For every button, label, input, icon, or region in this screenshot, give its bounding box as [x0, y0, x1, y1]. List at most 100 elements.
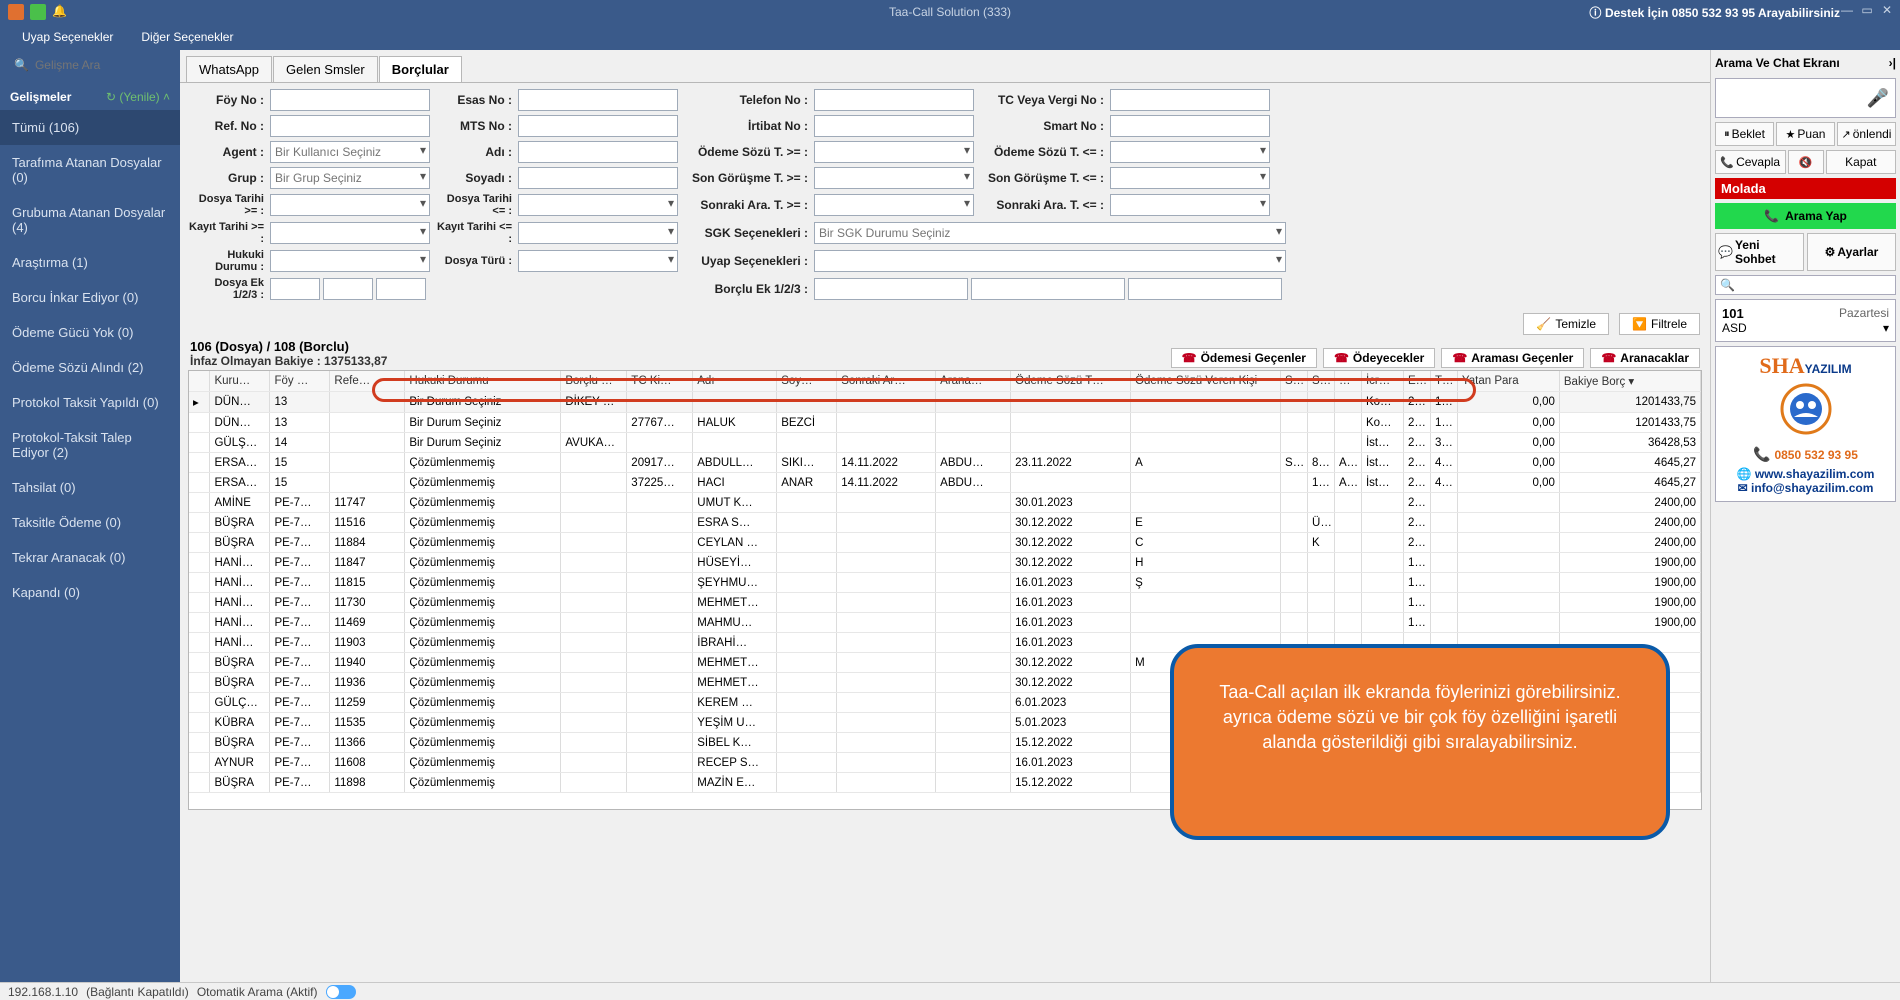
sonraki-ge-input[interactable]: [814, 194, 974, 216]
tc-input[interactable]: [1110, 89, 1270, 111]
column-header[interactable]: İcr…: [1361, 371, 1403, 392]
call-button[interactable]: 📞Arama Yap: [1715, 203, 1896, 229]
close-button[interactable]: ✕: [1878, 3, 1896, 21]
mic-icon[interactable]: 🎤: [1867, 88, 1889, 109]
adi-input[interactable]: [518, 141, 678, 163]
column-header[interactable]: Soy…: [777, 371, 837, 392]
songor-ge-input[interactable]: [814, 167, 974, 189]
column-header[interactable]: Arana…: [936, 371, 1011, 392]
sidebar-item[interactable]: Tahsilat (0): [0, 470, 180, 505]
odeme-ge-input[interactable]: [814, 141, 974, 163]
collapse-icon[interactable]: ›|: [1889, 56, 1896, 70]
sidebar-item[interactable]: Taksitle Ödeme (0): [0, 505, 180, 540]
sidebar-item[interactable]: Ödeme Gücü Yok (0): [0, 315, 180, 350]
column-header[interactable]: S…: [1308, 371, 1335, 392]
column-header[interactable]: T…: [1430, 371, 1457, 392]
column-header[interactable]: Ödeme Sözü T…: [1011, 371, 1131, 392]
column-header[interactable]: Kuru…: [210, 371, 270, 392]
table-row[interactable]: ERSA…15Çözümlenmemiş37225…HACIANAR14.11.…: [189, 473, 1701, 493]
sidebar-item[interactable]: Tarafıma Atanan Dosyalar (0): [0, 145, 180, 195]
kapat-button[interactable]: Kapat: [1826, 150, 1897, 174]
mts-no-input[interactable]: [518, 115, 678, 137]
sidebar-item[interactable]: Grubuma Atanan Dosyalar (4): [0, 195, 180, 245]
dosya-ek1[interactable]: [270, 278, 320, 300]
table-row[interactable]: ▸DÜN…13Bir Durum SeçinizDİKEY …Ko…2…1…0,…: [189, 392, 1701, 413]
sidebar-search-input[interactable]: [35, 58, 190, 72]
temizle-button[interactable]: 🧹Temizle: [1523, 313, 1609, 335]
menu-diger[interactable]: Diğer Seçenekler: [127, 30, 247, 44]
yeni-sohbet-button[interactable]: 💬 Yeni Sohbet: [1715, 233, 1804, 271]
column-header[interactable]: Föy …: [270, 371, 330, 392]
column-header[interactable]: S…: [1281, 371, 1308, 392]
column-header[interactable]: E…: [1403, 371, 1430, 392]
tab-smsler[interactable]: Gelen Smsler: [273, 56, 378, 82]
summary-chip[interactable]: ☎Araması Geçenler: [1441, 348, 1584, 368]
sidebar-item[interactable]: Protokol-Taksit Talep Ediyor (2): [0, 420, 180, 470]
column-header[interactable]: Bakiye Borç ▾: [1559, 371, 1700, 392]
agent-select[interactable]: [270, 141, 430, 163]
table-row[interactable]: HANİ…PE-7…11815ÇözümlenmemişŞEYHMU…16.01…: [189, 573, 1701, 593]
menu-uyap[interactable]: Uyap Seçenekler: [8, 30, 127, 44]
contact-card[interactable]: 101Pazartesi ASD ▾: [1715, 299, 1896, 342]
column-header[interactable]: Yatan Para: [1457, 371, 1559, 392]
dial-input[interactable]: 🎤: [1715, 78, 1896, 118]
summary-chip[interactable]: ☎Aranacaklar: [1590, 348, 1700, 368]
songor-le-input[interactable]: [1110, 167, 1270, 189]
dosya-ek2[interactable]: [323, 278, 373, 300]
table-row[interactable]: ERSA…15Çözümlenmemiş20917…ABDULL…SIKI…14…: [189, 453, 1701, 473]
chat-search[interactable]: 🔍: [1715, 275, 1896, 295]
sgk-select[interactable]: [814, 222, 1286, 244]
esas-no-input[interactable]: [518, 89, 678, 111]
minimize-button[interactable]: —: [1838, 3, 1856, 21]
dosya-le-input[interactable]: [518, 194, 678, 216]
sonraki-le-input[interactable]: [1110, 194, 1270, 216]
mute-button[interactable]: 🔇: [1788, 150, 1824, 174]
dosya-ge-input[interactable]: [270, 194, 430, 216]
sidebar-item[interactable]: Araştırma (1): [0, 245, 180, 280]
table-row[interactable]: DÜN…13Bir Durum Seçiniz27767…HALUKBEZCİK…: [189, 413, 1701, 433]
agent-status[interactable]: Molada: [1715, 178, 1896, 199]
hukuki-select[interactable]: [270, 250, 430, 272]
table-row[interactable]: BÜŞRAPE-7…11884ÇözümlenmemişCEYLAN …30.1…: [189, 533, 1701, 553]
column-header[interactable]: Borçlu …: [561, 371, 627, 392]
auto-call-toggle[interactable]: [326, 985, 356, 999]
sidebar-item[interactable]: Tümü (106): [0, 110, 180, 145]
summary-chip[interactable]: ☎Ödemesi Geçenler: [1171, 348, 1317, 368]
ref-no-input[interactable]: [270, 115, 430, 137]
grup-select[interactable]: [270, 167, 430, 189]
telefon-input[interactable]: [814, 89, 974, 111]
dosya-ek3[interactable]: [376, 278, 426, 300]
table-row[interactable]: AMİNEPE-7…11747ÇözümlenmemişUMUT K…30.01…: [189, 493, 1701, 513]
column-header[interactable]: …: [1334, 371, 1361, 392]
soyadi-input[interactable]: [518, 167, 678, 189]
table-row[interactable]: HANİ…PE-7…11469ÇözümlenmemişMAHMU…16.01.…: [189, 613, 1701, 633]
ayarlar-button[interactable]: ⚙ Ayarlar: [1807, 233, 1896, 271]
sidebar-item[interactable]: Protokol Taksit Yapıldı (0): [0, 385, 180, 420]
column-header[interactable]: [189, 371, 210, 392]
column-header[interactable]: Refe…: [330, 371, 405, 392]
tab-borclular[interactable]: Borçlular: [379, 56, 462, 82]
sidebar-item[interactable]: Ödeme Sözü Alındı (2): [0, 350, 180, 385]
irtibat-input[interactable]: [814, 115, 974, 137]
column-header[interactable]: Sonraki Ar…: [837, 371, 936, 392]
filtrele-button[interactable]: 🔽Filtrele: [1619, 313, 1700, 335]
uyap-select[interactable]: [814, 250, 1286, 272]
onlendi-button[interactable]: ↗ önlendi: [1837, 122, 1896, 146]
odeme-le-input[interactable]: [1110, 141, 1270, 163]
table-row[interactable]: HANİ…PE-7…11730ÇözümlenmemişMEHMET…16.01…: [189, 593, 1701, 613]
column-header[interactable]: TC Ki…: [627, 371, 693, 392]
tab-whatsapp[interactable]: WhatsApp: [186, 56, 272, 82]
column-header[interactable]: Ödeme Sözü Veren Kişi: [1131, 371, 1281, 392]
table-row[interactable]: GÜLŞ…14Bir Durum SeçinizAVUKA…İst…2…3…0,…: [189, 433, 1701, 453]
foy-no-input[interactable]: [270, 89, 430, 111]
beklet-button[interactable]: ⏸ Beklet: [1715, 122, 1774, 146]
kayit-ge-input[interactable]: [270, 222, 430, 244]
column-header[interactable]: Adı: [693, 371, 777, 392]
smart-input[interactable]: [1110, 115, 1270, 137]
table-row[interactable]: HANİ…PE-7…11847ÇözümlenmemişHÜSEYİ…30.12…: [189, 553, 1701, 573]
sidebar-item[interactable]: Tekrar Aranacak (0): [0, 540, 180, 575]
summary-chip[interactable]: ☎Ödeyecekler: [1323, 348, 1435, 368]
refresh-button[interactable]: ↻ (Yenile) ˄: [106, 90, 170, 104]
borclu-ek2[interactable]: [971, 278, 1125, 300]
kayit-le-input[interactable]: [518, 222, 678, 244]
